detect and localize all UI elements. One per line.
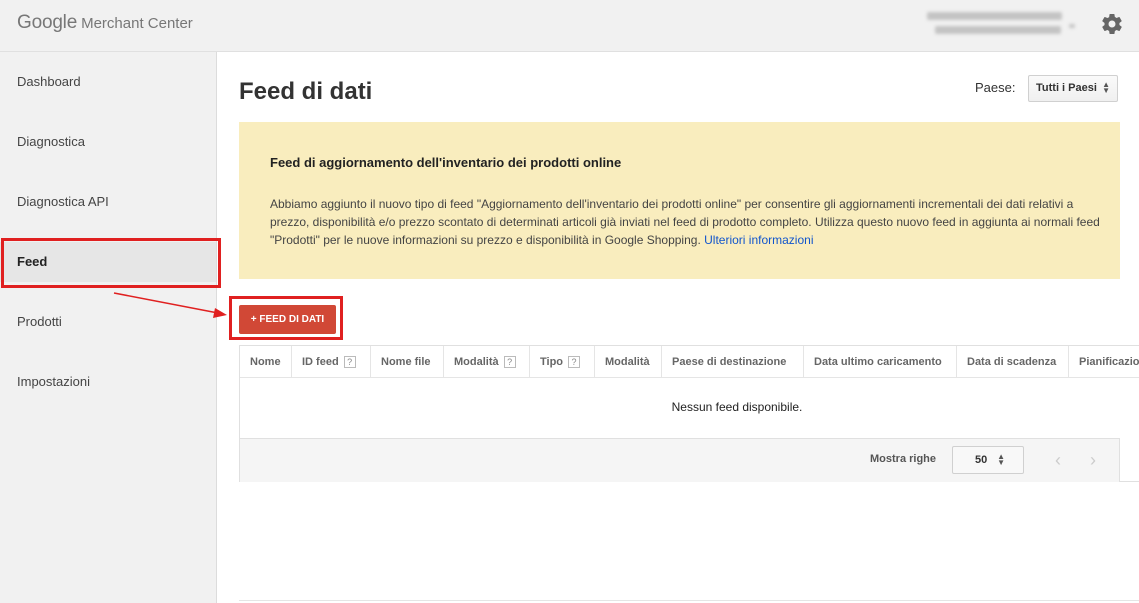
notice-text: Abbiamo aggiunto il nuovo tipo di feed "… <box>270 197 1100 247</box>
country-select[interactable]: Tutti i Paesi ▲ ▼ <box>1028 75 1118 102</box>
help-icon[interactable]: ? <box>343 356 356 369</box>
gear-icon[interactable] <box>1100 12 1124 36</box>
help-icon[interactable]: ? <box>503 356 516 369</box>
sidebar-item-impostazioni[interactable]: Impostazioni <box>0 362 216 402</box>
table-header: Nome ID feed? Nome file Modalità? Tipo? … <box>240 346 1139 378</box>
feeds-table: Nome ID feed? Nome file Modalità? Tipo? … <box>239 345 1139 482</box>
inventory-update-notice: Feed di aggiornamento dell'inventario de… <box>239 122 1120 279</box>
top-header: Google Merchant Center <box>0 0 1139 52</box>
notice-body: Abbiamo aggiunto il nuovo tipo di feed "… <box>270 195 1100 249</box>
col-modalita-2[interactable]: Modalità <box>595 346 662 378</box>
country-label: Paese: <box>975 80 1016 95</box>
col-data-scadenza[interactable]: Data di scadenza <box>957 346 1069 378</box>
prev-page-icon[interactable]: ‹ <box>1055 451 1061 469</box>
col-tipo[interactable]: Tipo? <box>530 346 595 378</box>
country-select-value: Tutti i Paesi <box>1036 82 1097 94</box>
next-page-icon[interactable]: › <box>1090 451 1096 469</box>
merchant-center-logo[interactable]: Google Merchant Center <box>17 12 193 34</box>
google-brand: Google <box>17 12 78 33</box>
learn-more-link[interactable]: Ulteriori informazioni <box>704 233 813 247</box>
sidebar-item-prodotti[interactable]: Prodotti <box>0 302 216 342</box>
product-name: Merchant Center <box>81 15 193 32</box>
col-paese-destinazione[interactable]: Paese di destinazione <box>662 346 804 378</box>
sidebar: Dashboard Diagnostica Diagnostica API Fe… <box>0 52 217 603</box>
col-nome[interactable]: Nome <box>240 346 292 378</box>
divider <box>239 600 1139 601</box>
account-info-blurred[interactable] <box>927 10 1079 42</box>
page-title: Feed di dati <box>239 78 373 105</box>
select-arrows-icon: ▲ ▼ <box>997 452 1005 467</box>
col-modalita[interactable]: Modalità? <box>444 346 530 378</box>
sidebar-item-dashboard[interactable]: Dashboard <box>0 62 216 102</box>
col-data-ultimo-caricamento[interactable]: Data ultimo caricamento <box>804 346 957 378</box>
empty-table-message: Nessun feed disponibile. <box>671 400 803 414</box>
rows-per-page-select[interactable]: 50 ▲ ▼ <box>952 446 1024 474</box>
table-footer: Mostra righe 50 ▲ ▼ ‹ › <box>240 438 1120 482</box>
rows-per-page-value: 50 <box>975 454 988 466</box>
sidebar-item-diagnostica-api[interactable]: Diagnostica API <box>0 182 216 222</box>
select-arrows-icon: ▲ ▼ <box>1102 80 1110 95</box>
col-nome-file[interactable]: Nome file <box>371 346 444 378</box>
help-icon[interactable]: ? <box>568 356 581 369</box>
feed-highlight-box <box>1 238 221 288</box>
notice-title: Feed di aggiornamento dell'inventario de… <box>270 155 622 170</box>
col-pianificazione[interactable]: Pianificazione <box>1069 346 1139 378</box>
sidebar-item-diagnostica[interactable]: Diagnostica <box>0 122 216 162</box>
add-data-feed-button[interactable]: + FEED DI DATI <box>239 305 336 334</box>
col-id-feed[interactable]: ID feed? <box>292 346 371 378</box>
rows-label: Mostra righe <box>870 453 937 465</box>
